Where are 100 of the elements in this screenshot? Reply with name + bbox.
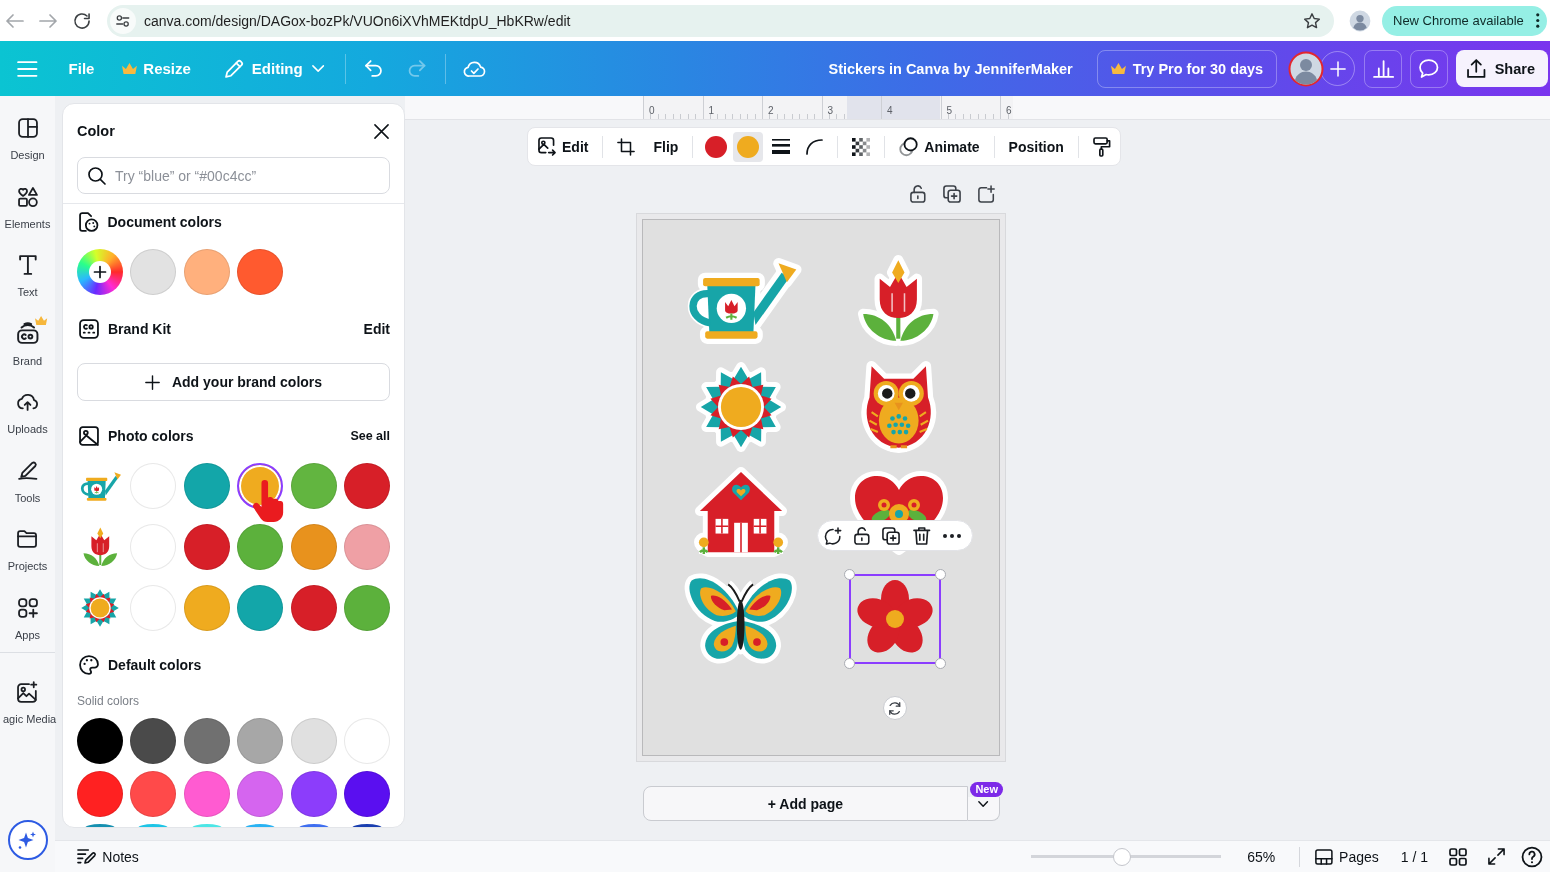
sidebar-item[interactable]: Projects bbox=[0, 507, 55, 576]
image-sparkle-icon bbox=[17, 681, 38, 703]
back-icon[interactable] bbox=[6, 13, 24, 28]
lines-icon[interactable] bbox=[772, 139, 791, 154]
duplicate-icon[interactable] bbox=[882, 526, 901, 545]
crop-icon[interactable] bbox=[617, 137, 636, 156]
sidebar-item[interactable]: Elements bbox=[0, 164, 55, 233]
image-edit-icon bbox=[538, 137, 556, 156]
rotate-handle[interactable] bbox=[882, 696, 907, 720]
fullscreen-icon[interactable] bbox=[1488, 848, 1505, 865]
lock-icon[interactable] bbox=[853, 526, 870, 545]
caret-icon bbox=[311, 65, 324, 72]
comments-button[interactable] bbox=[1410, 49, 1449, 88]
help-icon[interactable] bbox=[1522, 846, 1542, 867]
cloud-check-icon[interactable] bbox=[464, 60, 486, 77]
url-text: canva.com/design/DAGox-bozPk/VUOn6iXVhMEKtdpU_HbKRw/edit bbox=[144, 12, 571, 29]
color-swatch[interactable] bbox=[138, 824, 169, 827]
close-icon[interactable] bbox=[374, 123, 389, 139]
bar-chart-icon bbox=[1372, 59, 1394, 78]
add-color-button[interactable] bbox=[77, 249, 123, 295]
slider-thumb[interactable] bbox=[1113, 847, 1132, 866]
share-icon bbox=[1467, 59, 1486, 78]
insights-button[interactable] bbox=[1364, 49, 1403, 88]
section-title: Default colors bbox=[108, 657, 202, 673]
comment-plus-icon[interactable] bbox=[824, 526, 842, 545]
checkerboard-icon[interactable] bbox=[852, 137, 871, 156]
shapes-icon bbox=[17, 186, 38, 207]
forward-icon[interactable] bbox=[39, 13, 57, 28]
paint-roller-icon[interactable] bbox=[1092, 136, 1111, 157]
sidebar-item[interactable]: Uploads bbox=[0, 370, 55, 439]
section-title: Brand Kit bbox=[108, 321, 171, 337]
star-icon[interactable] bbox=[1304, 12, 1320, 29]
sidebar-item[interactable]: Brand bbox=[0, 301, 55, 370]
more-icon bbox=[1535, 13, 1539, 28]
rotate-icon bbox=[888, 701, 901, 715]
document-palette-icon bbox=[79, 212, 99, 232]
add-brand-colors-button[interactable]: Add your brand colors bbox=[77, 363, 390, 401]
animate-button[interactable]: Animate bbox=[899, 131, 980, 162]
grid-view-icon[interactable] bbox=[1449, 847, 1467, 866]
ruler-number: 2 bbox=[768, 105, 774, 116]
edit-link[interactable]: Edit bbox=[363, 321, 390, 337]
sliders-icon bbox=[116, 14, 130, 27]
sidebar-item[interactable]: Design bbox=[0, 96, 55, 165]
section-title: Document colors bbox=[107, 214, 222, 230]
sparkle-icon bbox=[18, 831, 37, 849]
design-title[interactable]: Stickers in Canva by JenniferMaker bbox=[828, 60, 1073, 77]
add-page-button[interactable]: + Add page bbox=[643, 786, 968, 821]
layout-icon bbox=[17, 118, 38, 138]
undo-icon[interactable] bbox=[365, 60, 383, 77]
share-button[interactable]: Share bbox=[1456, 50, 1548, 87]
flip-button[interactable]: Flip bbox=[653, 131, 679, 162]
folder-icon bbox=[17, 530, 38, 548]
ruler-number: 0 bbox=[649, 105, 655, 116]
pages-button[interactable]: Pages bbox=[1315, 848, 1379, 865]
see-all-link[interactable]: See all bbox=[350, 429, 390, 443]
resize-handle[interactable] bbox=[843, 569, 855, 580]
sidebar-item[interactable]: Text bbox=[0, 233, 55, 302]
position-button[interactable]: Position bbox=[1008, 131, 1064, 162]
search-field[interactable]: Try “blue” or “#00c4cc” bbox=[77, 157, 390, 194]
profile-avatar[interactable] bbox=[1349, 9, 1371, 32]
plus-icon bbox=[89, 261, 111, 283]
chevron-down-icon bbox=[978, 801, 989, 807]
update-chrome-button[interactable]: New Chrome available bbox=[1382, 5, 1547, 36]
add-page-menu-button[interactable] bbox=[968, 797, 1000, 821]
lock-icon[interactable] bbox=[910, 185, 926, 203]
search-input[interactable]: Try “blue” or “#00c4cc” bbox=[115, 164, 379, 187]
magic-assistant-button[interactable] bbox=[7, 820, 48, 860]
hand-cursor-icon bbox=[253, 480, 285, 522]
plus-icon bbox=[144, 374, 160, 390]
trash-icon[interactable] bbox=[913, 526, 931, 545]
color-swatch[interactable] bbox=[298, 824, 329, 827]
try-pro-button[interactable]: Try Pro for 30 days bbox=[1096, 49, 1278, 88]
corner-curve-icon[interactable] bbox=[806, 138, 824, 155]
sidebar-item[interactable]: agic Media bbox=[0, 660, 62, 729]
ruler-number: 3 bbox=[827, 105, 834, 116]
reload-icon[interactable] bbox=[74, 12, 90, 29]
image-icon bbox=[79, 426, 99, 446]
sidebar-item[interactable]: Tools bbox=[0, 438, 55, 507]
more-icon[interactable] bbox=[943, 533, 962, 538]
resize-handle[interactable] bbox=[843, 658, 855, 669]
color-swatch[interactable] bbox=[85, 824, 115, 827]
user-avatar[interactable] bbox=[1288, 50, 1325, 87]
color-swatch[interactable] bbox=[351, 824, 382, 827]
resize-handle[interactable] bbox=[934, 658, 946, 669]
squares-plus-icon bbox=[17, 597, 38, 618]
ruler-number: 4 bbox=[887, 105, 893, 116]
site-settings-button[interactable] bbox=[110, 7, 136, 34]
ruler-number: 5 bbox=[946, 105, 953, 116]
color-swatch[interactable] bbox=[191, 824, 222, 827]
plus-icon bbox=[1329, 60, 1346, 77]
add-page-icon[interactable] bbox=[977, 185, 995, 203]
color-swatch[interactable] bbox=[245, 824, 276, 827]
resize-handle[interactable] bbox=[934, 569, 946, 580]
notes-button[interactable]: Notes bbox=[77, 848, 139, 865]
duplicate-icon[interactable] bbox=[942, 185, 961, 203]
brand-kit-icon bbox=[16, 323, 39, 344]
address-bar[interactable]: canva.com/design/DAGox-bozPk/VUOn6iXVhMEKtdpU_HbKRw/edit bbox=[107, 4, 1334, 37]
zoom-percentage-button[interactable]: 65% bbox=[1247, 848, 1276, 865]
edit-image-button[interactable]: Edit bbox=[538, 131, 589, 162]
sidebar-item[interactable]: Apps bbox=[0, 575, 55, 644]
